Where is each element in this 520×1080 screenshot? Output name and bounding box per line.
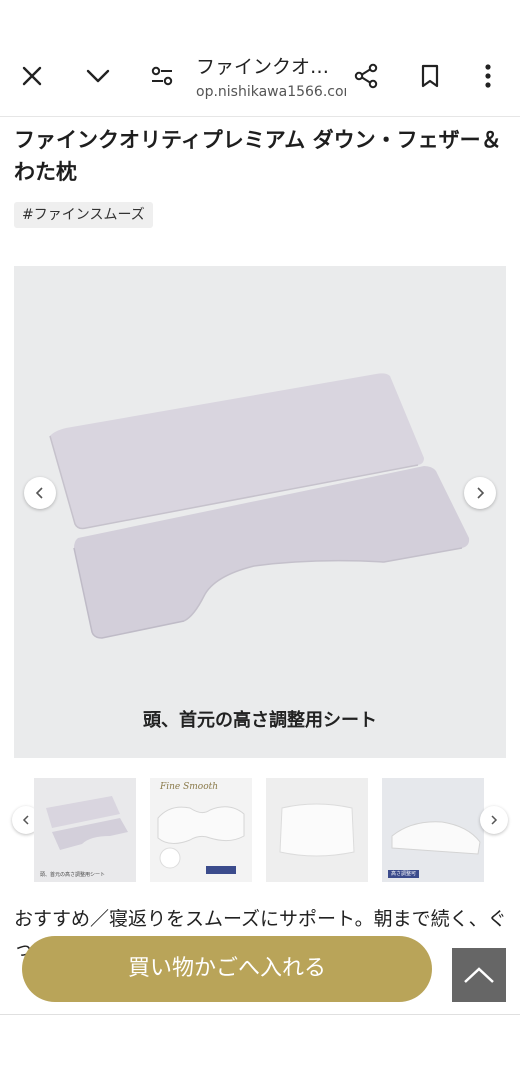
carousel-prev-button[interactable]: [24, 477, 56, 509]
chevron-right-icon: [477, 487, 485, 499]
chevron-left-icon: [35, 487, 43, 499]
thumbnail-strip: 頭、首元の高さ調整用シート Fine Smooth 高さ調整可: [0, 778, 520, 882]
carousel-next-button[interactable]: [464, 477, 496, 509]
brand-logo: Fine Smooth: [160, 782, 219, 792]
close-icon[interactable]: [12, 56, 52, 96]
thumbnail-2[interactable]: Fine Smooth: [150, 778, 252, 882]
page-title[interactable]: ファインクオ…: [196, 52, 329, 79]
chevron-up-icon: [464, 967, 494, 983]
add-to-cart-button[interactable]: 買い物かごへ入れる: [22, 936, 432, 1002]
thumbnail-badge: 高さ調整可: [388, 870, 420, 878]
divider: [0, 1014, 520, 1015]
page-url[interactable]: op.nishikawa1566.com: [196, 84, 346, 100]
thumbnail-3[interactable]: [266, 778, 368, 882]
chevron-down-icon[interactable]: [78, 56, 118, 96]
share-icon[interactable]: [346, 56, 386, 96]
image-caption: 頭、首元の高さ調整用シート: [143, 710, 377, 731]
thumbnail-1[interactable]: 頭、首元の高さ調整用シート: [34, 778, 136, 882]
thumbnail-next-button[interactable]: [480, 806, 508, 834]
chevron-left-icon: [22, 815, 29, 825]
product-title: ファインクオリティプレミアム ダウン・フェザー＆わた枕: [14, 128, 502, 184]
scroll-to-top-button[interactable]: [452, 948, 506, 1002]
chevron-right-icon: [491, 815, 498, 825]
pillow-sheets-illustration: [49, 373, 470, 639]
page-settings-icon[interactable]: [142, 56, 182, 96]
browser-toolbar: ファインクオ… op.nishikawa1566.com: [0, 0, 520, 117]
bookmark-icon[interactable]: [410, 56, 450, 96]
main-product-image[interactable]: 頭、首元の高さ調整用シート: [14, 266, 506, 758]
thumbnail-label: 頭、首元の高さ調整用シート: [40, 872, 106, 878]
product-tag[interactable]: #ファインスムーズ: [14, 202, 153, 228]
more-vert-icon[interactable]: [468, 56, 508, 96]
thumbnail-4[interactable]: 高さ調整可: [382, 778, 484, 882]
